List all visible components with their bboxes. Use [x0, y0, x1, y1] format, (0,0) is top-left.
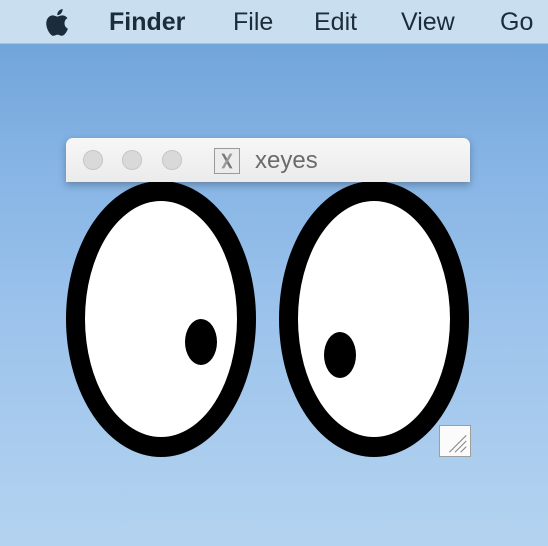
menu-bar: Finder File Edit View Go	[0, 0, 548, 44]
window-title: xeyes	[255, 147, 318, 174]
right-eye-white	[298, 201, 450, 437]
x11-icon	[214, 148, 240, 174]
minimize-button[interactable]	[122, 150, 142, 170]
menu-view[interactable]: View	[401, 6, 455, 38]
left-eye-white	[85, 201, 237, 437]
right-pupil	[324, 332, 356, 378]
left-pupil	[185, 319, 217, 365]
menu-file[interactable]: File	[233, 6, 273, 38]
resize-grip-icon[interactable]	[439, 425, 471, 457]
menu-go[interactable]: Go	[500, 6, 533, 38]
left-eye	[66, 182, 256, 457]
menu-app-finder[interactable]: Finder	[109, 6, 185, 38]
xeyes-window: xeyes	[66, 138, 470, 182]
apple-logo-icon[interactable]	[40, 6, 70, 38]
zoom-button[interactable]	[162, 150, 182, 170]
menu-edit[interactable]: Edit	[314, 6, 357, 38]
window-titlebar[interactable]: xeyes	[66, 138, 470, 182]
right-eye	[279, 182, 469, 457]
close-button[interactable]	[83, 150, 103, 170]
xeyes-canvas	[66, 182, 469, 457]
